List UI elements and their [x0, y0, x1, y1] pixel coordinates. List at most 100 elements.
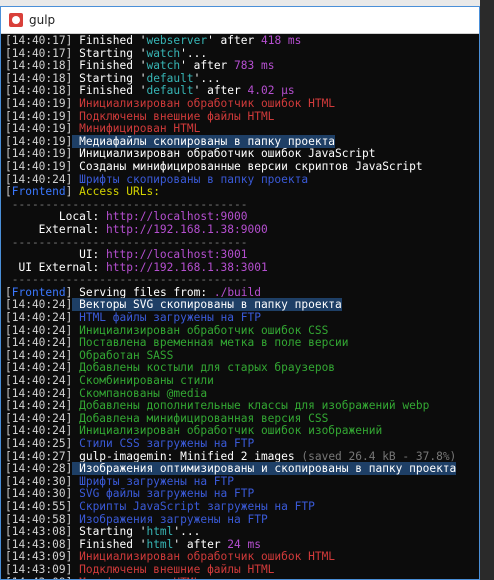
timestamp: [14:40:24] [5, 424, 73, 438]
console-text: html [146, 525, 174, 539]
console-text: Векторы SVG скопированы в папку проекта [72, 298, 342, 312]
timestamp: [14:43:09] [5, 562, 73, 576]
console-text: Finished ' [72, 34, 147, 47]
console-text: Медиафайлы скопированы в папку проекта [72, 134, 336, 148]
timestamp: [14:40:24] [5, 348, 73, 362]
timestamp: [14:40:17] [5, 46, 73, 60]
console-text: Serving files from: [72, 285, 214, 299]
timestamp: [14:40:30] [5, 487, 73, 501]
timestamp: [14:40:24] [5, 298, 73, 312]
console-text: ' after [193, 84, 248, 98]
timestamp: [14:40:28] [5, 462, 73, 476]
timestamp: [14:40:18] [5, 71, 73, 85]
console-text: Изображения оптимизированы и скопированы… [72, 462, 457, 476]
console-text: ----------------------------------- [5, 235, 248, 249]
timestamp: [14:43:09] [5, 550, 73, 564]
console-text: Добавлены дополнительные классы для изоб… [72, 399, 430, 413]
timestamp: [14:40:24] [5, 374, 73, 388]
console-text: [ [5, 285, 12, 299]
console-line: [14:43:09] Минифицирован HTML [5, 576, 479, 579]
console-text: '... [180, 46, 208, 60]
timestamp: [14:40:19] [5, 109, 73, 123]
console-text: Обработан SASS [72, 348, 174, 362]
timestamp: [14:40:19] [5, 147, 73, 161]
console-text: ----------------------------------- [5, 273, 248, 287]
console-text: UI: [5, 248, 107, 262]
console-text: http://localhost:3001 [106, 248, 248, 262]
console-text: HTML файлы загружены на FTP [72, 311, 261, 325]
console-text: Скрипты JavaScript загружены на FTP [72, 499, 315, 513]
timestamp: [14:40:24] [5, 411, 73, 425]
console-text: webserver [146, 34, 208, 47]
console-text: html [146, 537, 174, 551]
console-text: Starting ' [72, 46, 147, 60]
console-text: http://localhost:9000 [106, 210, 248, 224]
console-text: ' after [173, 537, 228, 551]
console-text: watch [146, 59, 181, 73]
timestamp: [14:40:19] [5, 96, 73, 110]
timestamp: [14:40:24] [5, 311, 73, 325]
console-text: SVG файлы загружены на FTP [72, 487, 255, 501]
console-text: Добавлены костыли для старых браузеров [72, 361, 336, 375]
console-text: ----------------------------------- [5, 197, 248, 211]
console-text: Starting ' [72, 71, 147, 85]
console-text: (saved 26.4 kB - 37.8%) [301, 449, 457, 463]
console-text: External: [5, 222, 107, 236]
timestamp: [14:40:24] [5, 172, 73, 186]
console-output[interactable]: [14:40:17] Finished 'webserver' after 41… [1, 34, 479, 579]
console-text: Минифицирован HTML [72, 576, 200, 579]
timestamp: [14:43:08] [5, 537, 73, 551]
console-text: Стили CSS загружены на FTP [72, 437, 255, 450]
console-text: Добавлена минифицированная версия CSS [72, 411, 329, 425]
console-text: Finished ' [72, 537, 147, 551]
frontend-tag: Frontend [11, 285, 66, 299]
timestamp: [14:40:18] [5, 84, 73, 98]
console-text: '... [173, 525, 201, 539]
window-title: gulp [29, 13, 56, 27]
timestamp: [14:40:58] [5, 512, 73, 526]
timestamp: [14:40:24] [5, 386, 73, 400]
console-text: Шрифты скопированы в папку проекта [72, 172, 309, 186]
console-text: Созданы минифицированные версии скриптов… [72, 159, 423, 173]
background-page-edge [480, 0, 494, 580]
console-text: ' after [207, 34, 261, 47]
title-bar[interactable]: gulp [1, 7, 479, 34]
timestamp: [14:43:09] [5, 576, 72, 579]
timestamp: [14:40:24] [5, 361, 73, 375]
console-text: [ [5, 185, 12, 199]
timestamp: [14:40:19] [5, 134, 73, 148]
timestamp: [14:43:08] [5, 525, 73, 539]
console-line: [14:40:19] Минифицирован HTML [5, 122, 479, 136]
console-text: Скомпанованы @media [72, 386, 208, 400]
terminal-window: gulp [14:40:17] Finished 'webserver' aft… [0, 6, 480, 580]
console-text: Подключены внешние файлы HTML [72, 109, 275, 123]
console-text: Инициализирован обработчик ошибок HTML [72, 550, 336, 564]
console-text: gulp-imagemin: Minified 2 images [72, 449, 302, 463]
console-text: default [146, 71, 194, 85]
console-text: Инициализирован обработчик ошибок HTML [72, 96, 336, 110]
timestamp: [14:40:25] [5, 437, 73, 450]
console-text: Изображения загружены на FTP [72, 512, 268, 526]
console-text: Минифицирован HTML [72, 122, 201, 136]
timestamp: [14:40:17] [5, 34, 73, 47]
console-text: http://192.168.1.38:9000 [106, 222, 268, 236]
console-text: Поставлена временная метка в поле версии [72, 336, 349, 350]
console-text: http://192.168.1.38:3001 [106, 260, 268, 274]
console-text: Инициализирован обработчик ошибок JavaSc… [72, 147, 376, 161]
console-text: ' after [180, 59, 235, 73]
console-text: watch [146, 46, 181, 60]
gulp-app-icon [9, 13, 23, 27]
console-text: Access URLs: [72, 185, 160, 199]
console-text: ./build [213, 285, 261, 299]
console-text: Скомбинированы стили [72, 374, 214, 388]
console-text: '... [193, 71, 221, 85]
console-text: default [146, 84, 194, 98]
console-text: Finished ' [72, 84, 147, 98]
timestamp: [14:40:24] [5, 323, 73, 337]
console-text: 24 ms [227, 537, 261, 551]
console-text: 4.02 μs [247, 84, 295, 98]
console-text: Инициализирован обработчик ошибок изобра… [72, 424, 383, 438]
timestamp: [14:40:19] [5, 122, 73, 136]
timestamp: [14:40:24] [5, 336, 73, 350]
console-text: Инициализирован обработчик ошибок CSS [72, 323, 329, 337]
